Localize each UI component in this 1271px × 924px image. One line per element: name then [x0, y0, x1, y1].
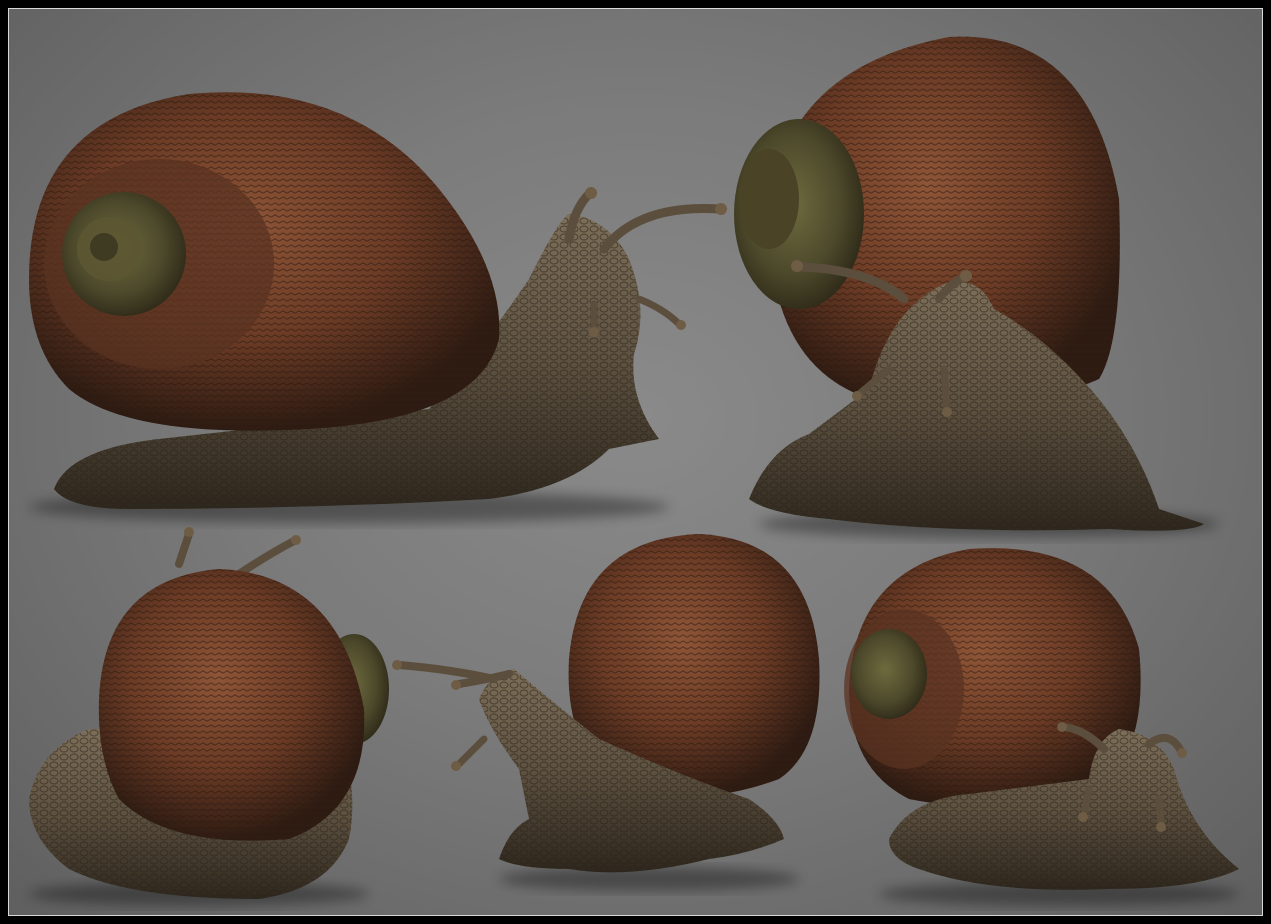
snail-side-view — [29, 92, 727, 523]
snail-front-three-quarter-view — [734, 36, 1219, 538]
snail-front-view — [844, 548, 1239, 906]
snail-render-sheet — [29, 36, 1239, 906]
snail-rear-view — [29, 527, 389, 906]
render-panel — [8, 8, 1263, 916]
snail-left-side-view — [392, 534, 820, 891]
image-frame — [0, 0, 1271, 924]
